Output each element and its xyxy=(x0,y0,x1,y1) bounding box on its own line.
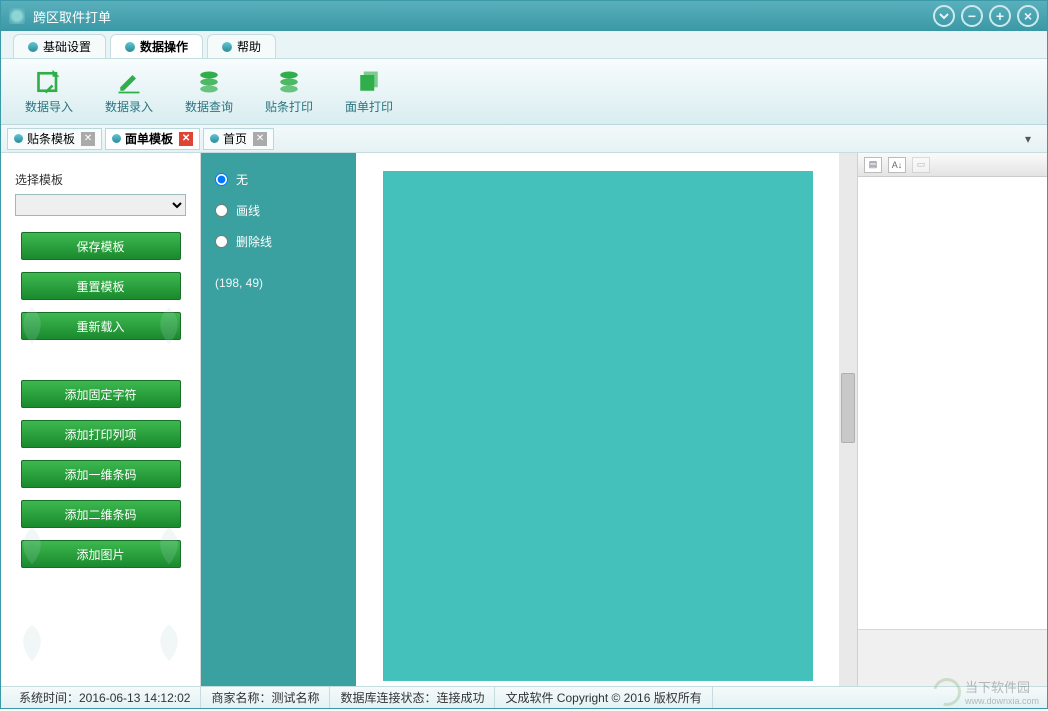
status-db: 数据库连接状态：连接成功 xyxy=(330,687,495,708)
add-fixed-text-button[interactable]: 添加固定字符 xyxy=(21,380,181,408)
toolbar-label: 数据录入 xyxy=(105,98,153,115)
reset-template-button[interactable]: 重置模板 xyxy=(21,272,181,300)
tab-data-operations[interactable]: 数据操作 xyxy=(110,34,203,58)
radio-none[interactable]: 无 xyxy=(215,171,342,188)
tab-label: 数据操作 xyxy=(140,38,188,55)
toolbar-import[interactable]: 数据导入 xyxy=(9,63,89,120)
bullet-icon xyxy=(28,42,38,52)
vertical-scrollbar[interactable] xyxy=(839,153,857,686)
subtab-label-template[interactable]: 贴条模板 ✕ xyxy=(7,128,102,150)
main-tab-bar: 基础设置 数据操作 帮助 xyxy=(1,31,1047,59)
sheets-icon xyxy=(354,68,384,96)
close-button[interactable]: × xyxy=(1017,5,1039,27)
tab-overflow-icon[interactable]: ▾ xyxy=(1025,132,1041,146)
toolbar-entry[interactable]: 数据录入 xyxy=(89,63,169,120)
edit-icon xyxy=(114,68,144,96)
tab-help[interactable]: 帮助 xyxy=(207,34,276,58)
content-area: 选择模板 保存模板 重置模板 重新载入 添加固定字符 添加打印列项 添加一维条码… xyxy=(1,153,1047,686)
subtab-label: 面单模板 xyxy=(125,130,173,147)
status-merchant: 商家名称：测试名称 xyxy=(201,687,330,708)
import-icon xyxy=(34,68,64,96)
bullet-icon xyxy=(125,42,135,52)
property-pages-icon: ▭ xyxy=(912,157,930,173)
close-icon[interactable]: ✕ xyxy=(253,132,267,146)
window-title: 跨区取件打单 xyxy=(33,7,927,26)
add-print-column-button[interactable]: 添加打印列项 xyxy=(21,420,181,448)
close-icon[interactable]: ✕ xyxy=(179,132,193,146)
radio-delete-line[interactable]: 删除线 xyxy=(215,233,342,250)
categorized-icon[interactable]: ▤ xyxy=(864,157,882,173)
dropdown-button[interactable] xyxy=(933,5,955,27)
toolbar-label: 贴条打印 xyxy=(265,98,313,115)
app-icon xyxy=(9,8,25,24)
property-panel: ▤ A↓ ▭ xyxy=(857,153,1047,686)
property-description xyxy=(858,630,1047,686)
property-toolbar: ▤ A↓ ▭ xyxy=(858,153,1047,177)
sub-tab-bar: 贴条模板 ✕ 面单模板 ✕ 首页 ✕ ▾ xyxy=(1,125,1047,153)
subtab-label: 首页 xyxy=(223,130,247,147)
toolbar-label: 数据查询 xyxy=(185,98,233,115)
save-template-button[interactable]: 保存模板 xyxy=(21,232,181,260)
select-template-label: 选择模板 xyxy=(15,171,186,188)
alphabetical-icon[interactable]: A↓ xyxy=(888,157,906,173)
draw-mode-panel: 无 画线 删除线 (198, 49) xyxy=(201,153,356,686)
status-time: 系统时间：2016-06-13 14:12:02 xyxy=(9,687,201,708)
subtab-label: 贴条模板 xyxy=(27,130,75,147)
toolbar-label-print[interactable]: 贴条打印 xyxy=(249,63,329,120)
bullet-icon xyxy=(14,134,23,143)
bullet-icon xyxy=(222,42,232,52)
property-grid[interactable] xyxy=(858,177,1047,630)
title-bar: 跨区取件打单 − + × xyxy=(1,1,1047,31)
toolbar-query[interactable]: 数据查询 xyxy=(169,63,249,120)
tab-label: 基础设置 xyxy=(43,38,91,55)
template-select[interactable] xyxy=(15,194,186,216)
canvas-viewport[interactable] xyxy=(356,153,839,686)
bullet-icon xyxy=(210,134,219,143)
maximize-button[interactable]: + xyxy=(989,5,1011,27)
bullet-icon xyxy=(112,134,121,143)
tab-label: 帮助 xyxy=(237,38,261,55)
status-bar: 系统时间：2016-06-13 14:12:02 商家名称：测试名称 数据库连接… xyxy=(1,686,1047,708)
toolbar-label: 数据导入 xyxy=(25,98,73,115)
toolbar: 数据导入 数据录入 数据查询 贴条打印 面单打印 xyxy=(1,59,1047,125)
add-1d-barcode-button[interactable]: 添加一维条码 xyxy=(21,460,181,488)
toolbar-sheet-print[interactable]: 面单打印 xyxy=(329,63,409,120)
template-sidebar: 选择模板 保存模板 重置模板 重新载入 添加固定字符 添加打印列项 添加一维条码… xyxy=(1,153,201,686)
coordinate-display: (198, 49) xyxy=(215,276,342,290)
subtab-sheet-template[interactable]: 面单模板 ✕ xyxy=(105,128,200,150)
subtab-home[interactable]: 首页 ✕ xyxy=(203,128,274,150)
tab-basic-settings[interactable]: 基础设置 xyxy=(13,34,106,58)
minimize-button[interactable]: − xyxy=(961,5,983,27)
template-canvas[interactable] xyxy=(383,171,813,681)
scrollbar-thumb[interactable] xyxy=(841,373,855,443)
status-copyright: 文成软件 Copyright © 2016 版权所有 xyxy=(495,687,712,708)
toolbar-label: 面单打印 xyxy=(345,98,393,115)
close-icon[interactable]: ✕ xyxy=(81,132,95,146)
database-icon xyxy=(274,68,304,96)
database-icon xyxy=(194,68,224,96)
radio-draw-line[interactable]: 画线 xyxy=(215,202,342,219)
